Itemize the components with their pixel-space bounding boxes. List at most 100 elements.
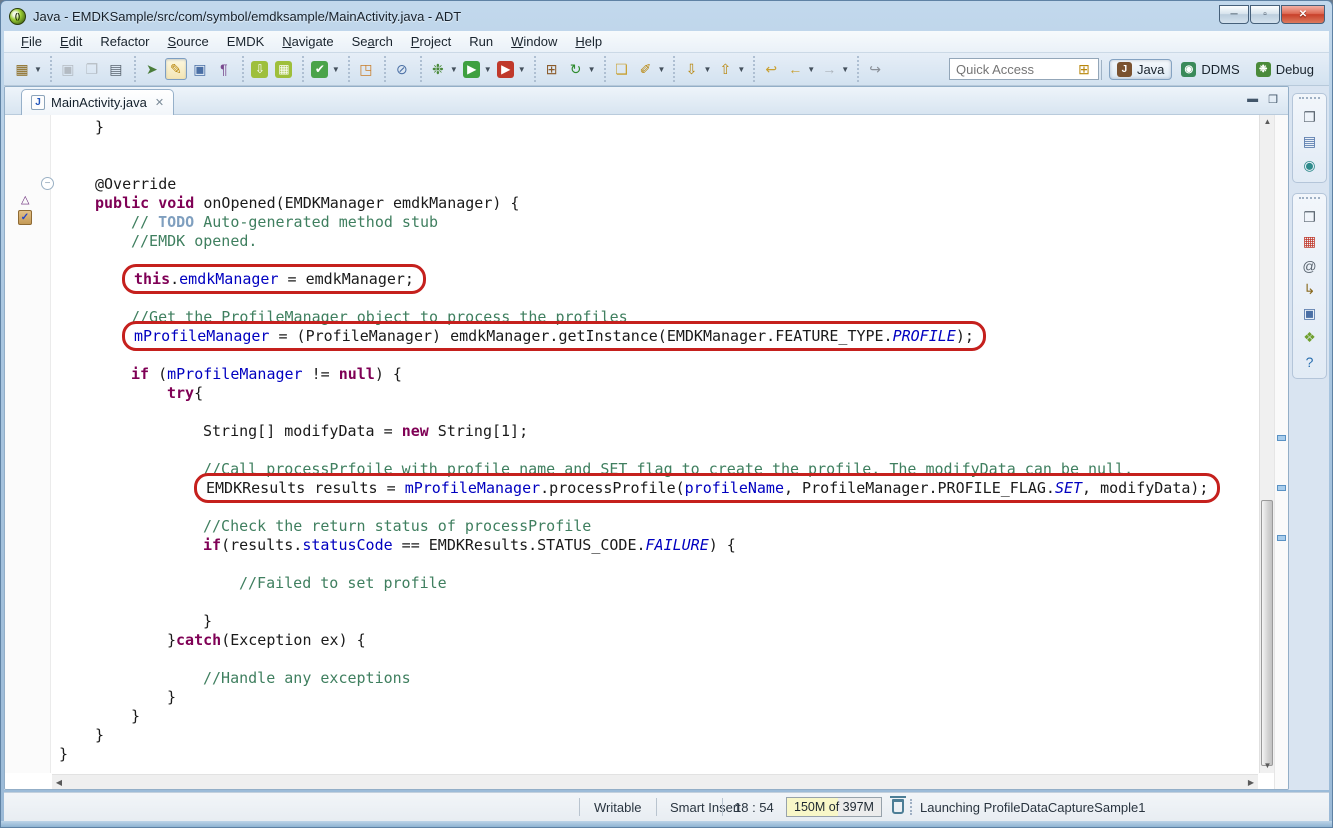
ddms-perspective-icon: ◉: [1181, 62, 1196, 77]
generate-javadoc-dropdown-icon[interactable]: ▼: [588, 65, 596, 74]
toolbar-group: ❏✐▼: [604, 56, 672, 82]
import-dropdown-icon[interactable]: ▼: [703, 65, 711, 74]
menu-search[interactable]: Search: [343, 32, 402, 51]
menu-refactor[interactable]: Refactor: [91, 32, 158, 51]
save-all-icon[interactable]: ❐: [81, 58, 103, 80]
run-icon[interactable]: ▶: [461, 58, 483, 80]
new-android-application-icon[interactable]: ◳: [355, 58, 377, 80]
restore-views-icon[interactable]: ❐: [1298, 206, 1322, 229]
new-wizard-dropdown-icon[interactable]: ▼: [34, 65, 42, 74]
menu-run[interactable]: Run: [460, 32, 502, 51]
override-indicator-icon[interactable]: △: [21, 193, 29, 206]
console-view-icon[interactable]: ▣: [1298, 302, 1322, 325]
todo-task-icon[interactable]: ✓: [18, 210, 32, 225]
menu-source[interactable]: Source: [159, 32, 218, 51]
new-java-project-icon[interactable]: ⊞: [541, 58, 563, 80]
run-as-dropdown-icon[interactable]: ▼: [518, 65, 526, 74]
open-perspective-button[interactable]: ⊞: [1073, 59, 1095, 81]
menu-edit[interactable]: Edit: [51, 32, 91, 51]
code-line: this.emdkManager = emdkManager;: [59, 270, 1258, 289]
toggle-annotations-icon[interactable]: ⊘: [391, 58, 413, 80]
debug-icon[interactable]: ❉: [427, 58, 449, 80]
minimize-button[interactable]: ─: [1219, 5, 1249, 24]
menu-emdk[interactable]: EMDK: [218, 32, 274, 51]
back-dropdown-icon[interactable]: ▼: [807, 65, 815, 74]
menu-window[interactable]: Window: [502, 32, 566, 51]
devices-view-icon[interactable]: ❖: [1298, 326, 1322, 349]
import-icon[interactable]: ⇩: [680, 58, 702, 80]
code-line: }: [59, 118, 1258, 137]
menu-help[interactable]: Help: [566, 32, 611, 51]
menu-project[interactable]: Project: [402, 32, 460, 51]
forward-dropdown-icon[interactable]: ▼: [841, 65, 849, 74]
maximize-button[interactable]: ▫: [1250, 5, 1280, 24]
run-as-icon[interactable]: ▶: [495, 58, 517, 80]
code-line: }: [59, 745, 1258, 764]
scroll-up-arrow[interactable]: ▲: [1260, 115, 1275, 129]
logcat-view-icon[interactable]: ▦: [1298, 230, 1322, 253]
title-bar[interactable]: () Java - EMDKSample/src/com/symbol/emdk…: [1, 1, 1332, 31]
toggle-mark-occurrences-icon[interactable]: ✎: [165, 58, 187, 80]
debug-dropdown-icon[interactable]: ▼: [450, 65, 458, 74]
save-icon[interactable]: ▣: [57, 58, 79, 80]
menu-file[interactable]: File: [12, 32, 51, 51]
android-sdk-manager-icon[interactable]: ⇩: [249, 58, 271, 80]
restore-views-icon[interactable]: ❐: [1298, 106, 1322, 129]
help-view-icon[interactable]: ?: [1298, 350, 1322, 373]
internal-web-browser-view-icon[interactable]: ◉: [1298, 154, 1322, 177]
forward-icon[interactable]: →: [818, 58, 840, 80]
main-toolbar: ▦▼▣❐▤➤✎▣¶⇩▦✔▼◳⊘❉▼▶▼▶▼⊞↻▼❏✐▼⇩▼⇧▼↩←▼→▼↪ ⊞J…: [4, 53, 1329, 86]
show-source-of-element-icon[interactable]: ▣: [189, 58, 211, 80]
horizontal-scrollbar[interactable]: ◀ ▶: [52, 774, 1258, 789]
stack-grip[interactable]: [1299, 97, 1320, 103]
mark-element-dropdown-icon[interactable]: ▼: [658, 65, 666, 74]
run-dropdown-icon[interactable]: ▼: [484, 65, 492, 74]
maximize-editor-icon[interactable]: ❒: [1268, 93, 1278, 106]
code-content[interactable]: }@Overridepublic void onOpened(EMDKManag…: [52, 115, 1258, 773]
tab-mainactivity[interactable]: J MainActivity.java ✕: [21, 89, 174, 115]
debug-attach-icon[interactable]: ➤: [141, 58, 163, 80]
overview-annotation[interactable]: [1277, 435, 1286, 441]
last-edit-location-icon[interactable]: ↪: [864, 58, 886, 80]
toolbar-group: ↩←▼→▼: [753, 56, 855, 82]
vertical-scroll-thumb[interactable]: [1261, 500, 1273, 766]
annotations-view-icon[interactable]: @: [1298, 254, 1322, 277]
run-android-lint-dropdown-icon[interactable]: ▼: [332, 65, 340, 74]
perspective-debug-button[interactable]: ❉Debug: [1249, 60, 1321, 79]
garbage-collect-icon[interactable]: [892, 799, 904, 814]
minimize-editor-icon[interactable]: ▬: [1247, 93, 1258, 106]
mark-element-icon[interactable]: ✐: [635, 58, 657, 80]
toolbar-group: ❉▼▶▼▶▼: [420, 56, 532, 82]
open-resource-icon[interactable]: ❏: [611, 58, 633, 80]
vertical-scrollbar[interactable]: ▲ ▼: [1259, 115, 1274, 773]
code-line: try{: [59, 384, 1258, 403]
code-editor[interactable]: − △ ✓ }@Overridepublic void onOpened(EMD…: [5, 115, 1288, 789]
stack-grip[interactable]: [1299, 197, 1320, 203]
export-dropdown-icon[interactable]: ▼: [737, 65, 745, 74]
overview-ruler[interactable]: [1274, 115, 1288, 789]
overview-annotation[interactable]: [1277, 535, 1286, 541]
heap-status: 150M of 397M: [786, 797, 882, 817]
scroll-left-arrow[interactable]: ◀: [52, 775, 66, 790]
run-android-lint-icon[interactable]: ✔: [309, 58, 331, 80]
perspective-java-button[interactable]: JJava: [1109, 59, 1172, 80]
overview-annotation[interactable]: [1277, 485, 1286, 491]
close-button[interactable]: ✕: [1281, 5, 1325, 24]
toolbar-group: ↪: [857, 56, 891, 82]
generate-javadoc-icon[interactable]: ↻: [565, 58, 587, 80]
tab-close-icon[interactable]: ✕: [155, 96, 164, 109]
new-wizard-icon[interactable]: ▦: [11, 58, 33, 80]
format-icon[interactable]: ¶: [213, 58, 235, 80]
file-explorer-view-icon[interactable]: ↳: [1298, 278, 1322, 301]
menu-navigate[interactable]: Navigate: [273, 32, 342, 51]
perspective-ddms-button[interactable]: ◉DDMS: [1174, 60, 1246, 79]
scroll-right-arrow[interactable]: ▶: [1244, 775, 1258, 790]
back-icon[interactable]: ←: [784, 58, 806, 80]
scroll-down-arrow[interactable]: ▼: [1260, 759, 1275, 773]
export-icon[interactable]: ⇧: [714, 58, 736, 80]
code-line: //Handle any exceptions: [59, 669, 1258, 688]
outline-view-icon[interactable]: ▤: [1298, 130, 1322, 153]
print-icon[interactable]: ▤: [105, 58, 127, 80]
back-to-last-edit-icon[interactable]: ↩: [760, 58, 782, 80]
android-virtual-device-manager-icon[interactable]: ▦: [273, 58, 295, 80]
